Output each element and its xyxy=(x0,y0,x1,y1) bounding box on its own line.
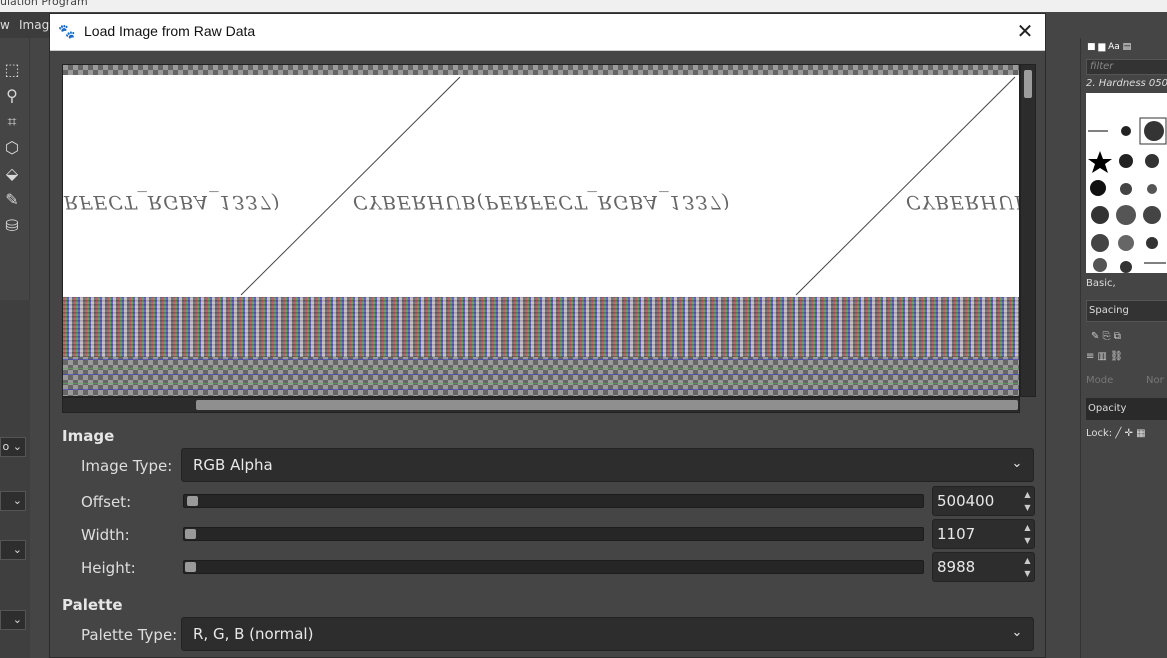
app-menubar: w Image xyxy=(0,12,57,38)
spin-down-icon[interactable]: ▼ xyxy=(1021,567,1034,580)
offset-slider-knob[interactable] xyxy=(187,496,198,506)
spin-up-icon[interactable]: ▲ xyxy=(1021,521,1034,534)
preview-horizontal-scroll-thumb[interactable] xyxy=(196,400,1018,410)
preview-text-2: CYBERHUB(PERFECT_RGBA_1337) xyxy=(353,191,731,213)
brush-grid[interactable] xyxy=(1086,93,1167,273)
crop-icon[interactable]: ⌗ xyxy=(2,112,22,132)
load-raw-dialog: 🐾 Load Image from Raw Data ✕ CYBERHUB(PE… xyxy=(49,13,1046,658)
palette-section-title: Palette xyxy=(62,596,123,614)
height-input[interactable] xyxy=(934,554,1020,580)
offset-spinbutton[interactable]: ▲ ▼ xyxy=(932,486,1035,516)
tool-options-strip: o ⌄ ⌄ ⌄ ⌄ xyxy=(0,300,30,658)
preview-horizontal-scrollbar[interactable] xyxy=(62,397,1020,413)
brush-select[interactable]: ⌄ xyxy=(0,540,26,560)
palette-type-label: Palette Type: xyxy=(81,626,178,644)
offset-input[interactable] xyxy=(934,488,1020,514)
height-slider-knob[interactable] xyxy=(185,562,196,572)
brush-name: 2. Hardness 050 xyxy=(1086,78,1167,89)
dialog-titlebar[interactable]: 🐾 Load Image from Raw Data ✕ xyxy=(50,14,1045,51)
chevron-down-icon: ⌄ xyxy=(1011,625,1023,640)
spin-down-icon[interactable]: ▼ xyxy=(1021,501,1034,514)
offset-slider[interactable] xyxy=(183,494,924,508)
brush-actions-icons[interactable]: ✎ ⎘ ⧉ xyxy=(1091,331,1121,342)
layer-mode-label: Mode xyxy=(1086,375,1114,386)
height-label: Height: xyxy=(81,559,136,577)
palette-type-select[interactable]: R, G, B (normal) ⌄ xyxy=(181,617,1034,651)
lock-label: Lock: xyxy=(1086,428,1113,439)
brushes-panel: ■ ▆ Aa ▤ filter 2. Hardness 050 Basic, S… xyxy=(1080,38,1167,658)
app-title-fragment: ulation Program xyxy=(0,0,88,8)
layer-mode[interactable]: Mode Nor xyxy=(1086,371,1167,391)
layers-tab-icons[interactable]: ≡ ▥ ⛓ xyxy=(1086,351,1123,362)
width-slider[interactable] xyxy=(183,527,924,541)
brush-filter-input[interactable]: filter xyxy=(1086,59,1167,75)
preview-vertical-scrollbar[interactable] xyxy=(1020,64,1036,397)
lock-row: Lock: ╱ ✛ ▦ xyxy=(1086,428,1146,439)
spin-up-icon[interactable]: ▲ xyxy=(1021,554,1034,567)
spin-down-icon[interactable]: ▼ xyxy=(1021,534,1034,547)
width-spinbutton[interactable]: ▲ ▼ xyxy=(932,519,1035,549)
preview-noise-lines xyxy=(63,357,1019,396)
layer-mode-value: Nor xyxy=(1146,375,1164,386)
image-section-title: Image xyxy=(62,427,115,445)
dynamics-select[interactable]: ⌄ xyxy=(0,610,26,630)
free-select-icon[interactable]: ⬚ xyxy=(2,60,22,80)
preview-diagonals xyxy=(240,76,1016,296)
image-type-label: Image Type: xyxy=(81,457,173,475)
transform-icon[interactable]: ⬡ xyxy=(2,138,22,158)
width-input[interactable] xyxy=(934,521,1020,547)
dialog-title: Load Image from Raw Data xyxy=(84,23,256,39)
brush-tag: Basic, xyxy=(1086,278,1116,289)
height-slider[interactable] xyxy=(183,560,924,574)
app-title-bar: ulation Program xyxy=(0,0,1167,12)
spacing-slider[interactable]: Spacing xyxy=(1086,300,1167,322)
spin-up-icon[interactable]: ▲ xyxy=(1021,488,1034,501)
chevron-down-icon: ⌄ xyxy=(1011,456,1023,471)
height-spinbutton[interactable]: ▲ ▼ xyxy=(932,552,1035,582)
clone-icon[interactable]: ⛁ xyxy=(2,216,22,236)
mode-select[interactable]: o ⌄ xyxy=(0,437,26,457)
zoom-icon[interactable]: ⚲ xyxy=(2,86,22,106)
preview-text-1: CYBERHUB(PERFECT_RGBA_1337) xyxy=(63,191,281,213)
gimp-wilber-icon: 🐾 xyxy=(58,24,76,40)
width-label: Width: xyxy=(81,526,130,544)
palette-type-value: R, G, B (normal) xyxy=(193,625,314,643)
opacity-select[interactable]: ⌄ xyxy=(0,491,26,511)
lock-icons[interactable]: ╱ ✛ ▦ xyxy=(1115,428,1145,439)
image-type-value: RGB Alpha xyxy=(193,456,273,474)
image-preview: CYBERHUB(PERFECT_RGBA_1337) CYBERHUB(PER… xyxy=(62,64,1020,397)
preview-vertical-scroll-thumb[interactable] xyxy=(1024,70,1032,98)
image-type-select[interactable]: RGB Alpha ⌄ xyxy=(181,448,1034,482)
layer-opacity-slider[interactable]: Opacity xyxy=(1086,398,1167,420)
close-button[interactable]: ✕ xyxy=(1005,16,1045,48)
preview-text-3: CYBERHUB(PERFECT_RGBA_1337) xyxy=(906,191,1019,213)
bucket-fill-icon[interactable]: ⬙ xyxy=(2,164,22,184)
menu-item-view[interactable]: w xyxy=(0,18,10,32)
preview-noise-band xyxy=(63,297,1019,357)
offset-label: Offset: xyxy=(81,493,132,511)
panel-tab-icons[interactable]: ■ ▆ Aa ▤ xyxy=(1087,42,1131,54)
paintbrush-icon[interactable]: ✎ xyxy=(2,190,22,210)
width-slider-knob[interactable] xyxy=(185,529,196,539)
